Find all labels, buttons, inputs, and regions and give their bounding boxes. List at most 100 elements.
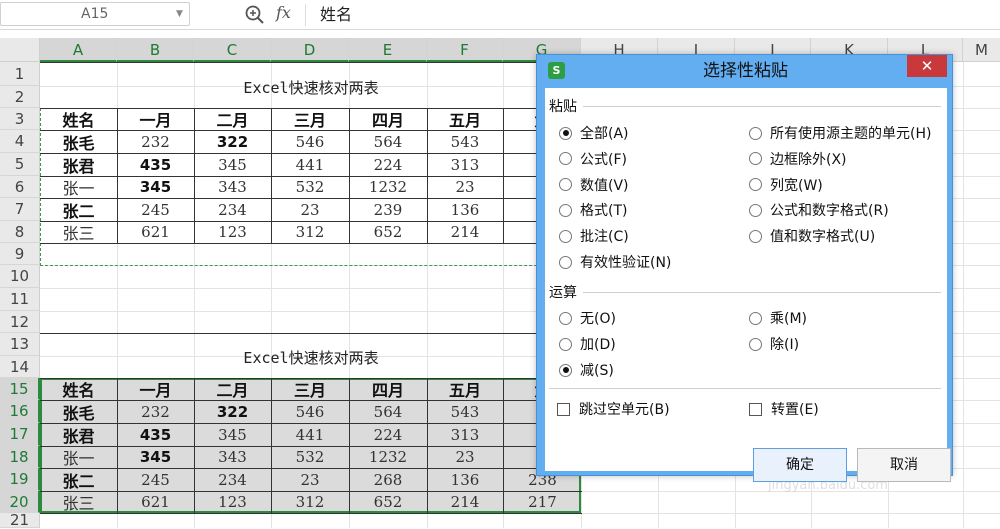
table-cell[interactable]: 232 bbox=[117, 400, 194, 423]
table-cell[interactable]: 312 bbox=[271, 491, 349, 513]
table-cell[interactable]: 435 bbox=[117, 423, 194, 446]
radio-option[interactable]: 列宽(W) bbox=[749, 175, 823, 195]
radio-option[interactable]: 边框除外(X) bbox=[749, 149, 847, 169]
row-header-16[interactable]: 16 bbox=[0, 400, 40, 423]
row-header-7[interactable]: 7 bbox=[0, 198, 40, 221]
radio-option[interactable]: 公式(F) bbox=[559, 149, 627, 169]
radio-option[interactable]: 乘(M) bbox=[749, 308, 807, 328]
radio-option[interactable]: 数值(V) bbox=[559, 175, 629, 195]
table-cell[interactable]: 343 bbox=[194, 446, 271, 468]
row-header-1[interactable]: 1 bbox=[0, 62, 40, 86]
table-cell[interactable]: 217 bbox=[503, 491, 582, 513]
row-header-3[interactable]: 3 bbox=[0, 108, 40, 130]
row-header-10[interactable]: 10 bbox=[0, 265, 40, 288]
table-cell[interactable]: 214 bbox=[427, 491, 503, 513]
table-cell[interactable]: 313 bbox=[427, 153, 503, 176]
table-cell[interactable]: 张三 bbox=[40, 221, 117, 243]
row-header-6[interactable]: 6 bbox=[0, 176, 40, 198]
row-header-21[interactable]: 21 bbox=[0, 513, 40, 528]
table-cell[interactable]: 546 bbox=[271, 400, 349, 423]
radio-option[interactable]: 批注(C) bbox=[559, 226, 629, 246]
table-cell[interactable]: 652 bbox=[349, 491, 427, 513]
radio-option[interactable]: 公式和数字格式(R) bbox=[749, 200, 889, 220]
table-cell[interactable]: 435 bbox=[117, 153, 194, 176]
table-cell[interactable]: 564 bbox=[349, 400, 427, 423]
column-header-d[interactable]: D bbox=[271, 38, 349, 62]
table-cell[interactable]: 532 bbox=[271, 176, 349, 198]
table-cell[interactable]: 1232 bbox=[349, 446, 427, 468]
table-cell[interactable]: 张一 bbox=[40, 446, 117, 468]
table-header-cell[interactable]: 姓名 bbox=[40, 378, 117, 400]
table-cell[interactable]: 621 bbox=[117, 221, 194, 243]
row-header-2[interactable]: 2 bbox=[0, 86, 40, 108]
radio-option[interactable]: 有效性验证(N) bbox=[559, 252, 671, 272]
skip-blanks-checkbox[interactable]: 跳过空单元(B) bbox=[557, 399, 670, 419]
table-header-cell[interactable]: 二月 bbox=[194, 378, 271, 400]
row-header-17[interactable]: 17 bbox=[0, 423, 40, 446]
radio-option[interactable]: 无(O) bbox=[559, 308, 616, 328]
table-header-cell[interactable]: 一月 bbox=[117, 108, 194, 130]
table-header-cell[interactable]: 五月 bbox=[427, 378, 503, 400]
column-header-f[interactable]: F bbox=[427, 38, 503, 62]
table-cell[interactable]: 张二 bbox=[40, 198, 117, 221]
name-box[interactable]: A15 bbox=[0, 2, 190, 26]
close-button[interactable]: ✕ bbox=[907, 55, 947, 77]
table-cell[interactable]: 123 bbox=[194, 221, 271, 243]
radio-option[interactable]: 格式(T) bbox=[559, 200, 627, 220]
table-header-cell[interactable]: 三月 bbox=[271, 108, 349, 130]
zoom-icon[interactable] bbox=[244, 4, 266, 26]
table-cell[interactable]: 322 bbox=[194, 130, 271, 153]
row-header-5[interactable]: 5 bbox=[0, 153, 40, 176]
table-cell[interactable]: 张君 bbox=[40, 423, 117, 446]
table-header-cell[interactable]: 三月 bbox=[271, 378, 349, 400]
table-cell[interactable]: 345 bbox=[194, 153, 271, 176]
column-header-e[interactable]: E bbox=[349, 38, 427, 62]
table-cell[interactable]: 23 bbox=[427, 176, 503, 198]
radio-option[interactable]: 所有使用源主题的单元(H) bbox=[749, 123, 931, 143]
table-cell[interactable]: 652 bbox=[349, 221, 427, 243]
radio-option[interactable]: 值和数字格式(U) bbox=[749, 226, 875, 246]
table-header-cell[interactable]: 四月 bbox=[349, 108, 427, 130]
table-cell[interactable]: 张毛 bbox=[40, 400, 117, 423]
table-cell[interactable]: 136 bbox=[427, 468, 503, 491]
table-cell[interactable]: 532 bbox=[271, 446, 349, 468]
table-cell[interactable]: 张二 bbox=[40, 468, 117, 491]
table-cell[interactable]: 345 bbox=[117, 176, 194, 198]
table-cell[interactable]: 345 bbox=[194, 423, 271, 446]
table-cell[interactable]: 441 bbox=[271, 153, 349, 176]
function-icon[interactable]: fx bbox=[276, 3, 291, 22]
table-cell[interactable]: 268 bbox=[349, 468, 427, 491]
table-header-cell[interactable]: 二月 bbox=[194, 108, 271, 130]
row-header-18[interactable]: 18 bbox=[0, 446, 40, 468]
row-header-13[interactable]: 13 bbox=[0, 333, 40, 356]
table-header-cell[interactable]: 一月 bbox=[117, 378, 194, 400]
table-cell[interactable]: 564 bbox=[349, 130, 427, 153]
chevron-down-icon[interactable]: ▼ bbox=[176, 2, 183, 26]
table-cell[interactable]: 441 bbox=[271, 423, 349, 446]
row-header-4[interactable]: 4 bbox=[0, 130, 40, 153]
table-cell[interactable]: 224 bbox=[349, 423, 427, 446]
table-cell[interactable]: 123 bbox=[194, 491, 271, 513]
column-header-m[interactable]: M bbox=[963, 38, 1000, 62]
table-cell[interactable]: 343 bbox=[194, 176, 271, 198]
table-cell[interactable]: 214 bbox=[427, 221, 503, 243]
row-header-8[interactable]: 8 bbox=[0, 221, 40, 243]
table-cell[interactable]: 224 bbox=[349, 153, 427, 176]
table-cell[interactable]: 543 bbox=[427, 130, 503, 153]
select-all-corner[interactable] bbox=[0, 38, 40, 62]
table-cell[interactable]: 546 bbox=[271, 130, 349, 153]
row-header-15[interactable]: 15 bbox=[0, 378, 40, 400]
table-cell[interactable]: 23 bbox=[271, 198, 349, 221]
radio-option[interactable]: 加(D) bbox=[559, 334, 616, 354]
row-header-20[interactable]: 20 bbox=[0, 491, 40, 513]
table-cell[interactable]: 312 bbox=[271, 221, 349, 243]
column-header-a[interactable]: A bbox=[40, 38, 117, 62]
table-cell[interactable]: 239 bbox=[349, 198, 427, 221]
ok-button[interactable]: 确定 bbox=[753, 448, 847, 482]
column-header-c[interactable]: C bbox=[194, 38, 271, 62]
cancel-button[interactable]: 取消 bbox=[857, 448, 951, 482]
table-cell[interactable]: 345 bbox=[117, 446, 194, 468]
table-cell[interactable]: 232 bbox=[117, 130, 194, 153]
row-header-11[interactable]: 11 bbox=[0, 288, 40, 311]
table-header-cell[interactable]: 五月 bbox=[427, 108, 503, 130]
